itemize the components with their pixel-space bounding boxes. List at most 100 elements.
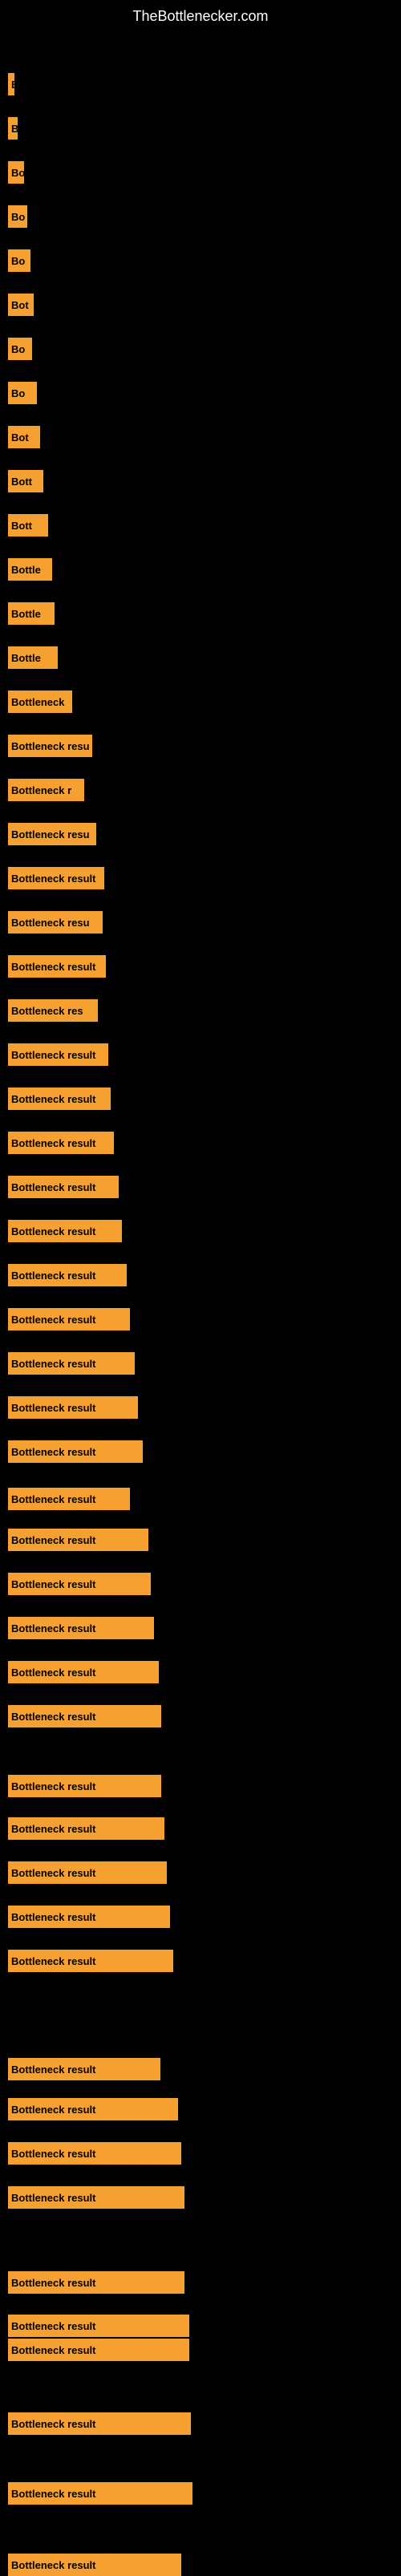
- bar-row: Bottleneck: [8, 691, 80, 713]
- bar-row: Bottleneck result: [8, 1220, 130, 1242]
- result-bar: B: [8, 73, 14, 95]
- bar-row: Bottleneck result: [8, 1529, 156, 1551]
- bar-row: Bottleneck result: [8, 1264, 135, 1286]
- result-bar: Bottleneck result: [8, 1573, 151, 1595]
- bar-row: Bottleneck result: [8, 2482, 200, 2505]
- bar-row: Bottleneck resu: [8, 823, 104, 845]
- result-bar: Bottle: [8, 646, 58, 669]
- bar-row: Bottleneck result: [8, 1308, 138, 1331]
- result-bar: Bott: [8, 514, 48, 537]
- bar-row: Bottleneck result: [8, 1775, 169, 1797]
- result-bar: Bottleneck result: [8, 1861, 167, 1884]
- result-bar: Bottleneck result: [8, 955, 106, 978]
- bar-row: Bott: [8, 470, 51, 492]
- bar-row: Bo: [8, 249, 38, 272]
- result-bar: Bottleneck result: [8, 1220, 122, 1242]
- bar-row: Bo: [8, 161, 32, 184]
- bar-row: Bottleneck result: [8, 2315, 197, 2337]
- result-bar: Bottleneck result: [8, 1264, 127, 1286]
- result-bar: Bottleneck result: [8, 2098, 178, 2120]
- result-bar: Bo: [8, 338, 32, 360]
- result-bar: Bottleneck result: [8, 1396, 138, 1419]
- result-bar: Bott: [8, 470, 43, 492]
- bar-row: Bottleneck result: [8, 1661, 167, 1683]
- result-bar: Bottleneck result: [8, 1043, 108, 1066]
- result-bar: Bottleneck result: [8, 867, 104, 889]
- site-title: TheBottlenecker.com: [0, 0, 401, 29]
- bar-row: Bo: [8, 382, 45, 404]
- result-bar: Bottleneck result: [8, 1352, 135, 1375]
- bar-row: Bottleneck result: [8, 1396, 146, 1419]
- result-bar: Bot: [8, 294, 34, 316]
- bar-row: Bo: [8, 338, 40, 360]
- result-bar: Bo: [8, 161, 24, 184]
- bar-row: Bottleneck result: [8, 1817, 172, 1840]
- bar-row: Bottleneck result: [8, 1488, 138, 1510]
- bar-row: Bottle: [8, 558, 60, 581]
- bar-row: Bottleneck result: [8, 2098, 186, 2120]
- result-bar: Bottle: [8, 558, 52, 581]
- bar-row: Bottleneck result: [8, 1352, 143, 1375]
- result-bar: Bottleneck result: [8, 1088, 111, 1110]
- bar-row: Bottleneck result: [8, 1573, 159, 1595]
- bar-row: Bottleneck result: [8, 1906, 178, 1928]
- bar-row: B: [8, 73, 22, 95]
- bar-row: Bottleneck result: [8, 1440, 151, 1463]
- result-bar: Bottleneck result: [8, 1906, 170, 1928]
- result-bar: Bottleneck result: [8, 1775, 161, 1797]
- bar-row: Bottleneck result: [8, 1950, 181, 1972]
- bar-row: Bottleneck result: [8, 1861, 175, 1884]
- result-bar: Bottle: [8, 602, 55, 625]
- result-bar: Bottleneck result: [8, 1132, 114, 1154]
- result-bar: Bottleneck result: [8, 2315, 189, 2337]
- bar-row: Bottle: [8, 602, 63, 625]
- bar-row: Bottleneck result: [8, 1705, 169, 1727]
- bar-row: Bot: [8, 294, 42, 316]
- bar-row: Bo: [8, 205, 35, 228]
- result-bar: Bottleneck result: [8, 1817, 164, 1840]
- bar-row: Bottleneck r: [8, 779, 92, 801]
- bar-row: Bottleneck result: [8, 2271, 192, 2294]
- bar-row: Bottleneck result: [8, 2554, 189, 2576]
- result-bar: Bottleneck result: [8, 2482, 192, 2505]
- result-bar: Bot: [8, 426, 40, 448]
- bar-row: Bottleneck result: [8, 1088, 119, 1110]
- bar-row: Bottleneck result: [8, 2339, 197, 2361]
- result-bar: Bo: [8, 205, 27, 228]
- bar-row: Bottleneck res: [8, 999, 106, 1022]
- result-bar: Bottleneck: [8, 691, 72, 713]
- result-bar: Bottleneck result: [8, 1529, 148, 1551]
- bar-row: Bottleneck result: [8, 2186, 192, 2209]
- bar-row: Bottleneck result: [8, 1617, 162, 1639]
- bar-row: Bottleneck result: [8, 867, 112, 889]
- result-bar: Bo: [8, 382, 37, 404]
- bar-row: Bottleneck result: [8, 1176, 127, 1198]
- result-bar: Bottleneck result: [8, 2554, 181, 2576]
- bar-row: Bottleneck result: [8, 2412, 199, 2435]
- result-bar: Bottleneck result: [8, 2339, 189, 2361]
- bar-row: Bottleneck result: [8, 2142, 189, 2165]
- bar-row: Bottleneck result: [8, 1043, 116, 1066]
- result-bar: Bottleneck result: [8, 1308, 130, 1331]
- result-bar: Bottleneck result: [8, 2412, 191, 2435]
- result-bar: Bottleneck result: [8, 1440, 143, 1463]
- result-bar: Bottleneck result: [8, 2142, 181, 2165]
- result-bar: Bottleneck res: [8, 999, 98, 1022]
- result-bar: Bottleneck result: [8, 1176, 119, 1198]
- result-bar: Bottleneck result: [8, 1950, 173, 1972]
- bar-row: Bottleneck result: [8, 1132, 122, 1154]
- result-bar: Bottleneck resu: [8, 823, 96, 845]
- bar-row: Bottleneck result: [8, 955, 114, 978]
- result-bar: Bottleneck resu: [8, 735, 92, 757]
- bar-row: Bott: [8, 514, 56, 537]
- result-bar: Bottleneck result: [8, 2058, 160, 2080]
- bar-row: Bottleneck result: [8, 2058, 168, 2080]
- result-bar: Bottleneck r: [8, 779, 84, 801]
- result-bar: Bottleneck result: [8, 1488, 130, 1510]
- result-bar: Bottleneck result: [8, 1661, 159, 1683]
- bar-row: Bottleneck resu: [8, 911, 111, 934]
- result-bar: B: [8, 117, 18, 140]
- result-bar: Bottleneck resu: [8, 911, 103, 934]
- bar-row: B: [8, 117, 26, 140]
- result-bar: Bottleneck result: [8, 2271, 184, 2294]
